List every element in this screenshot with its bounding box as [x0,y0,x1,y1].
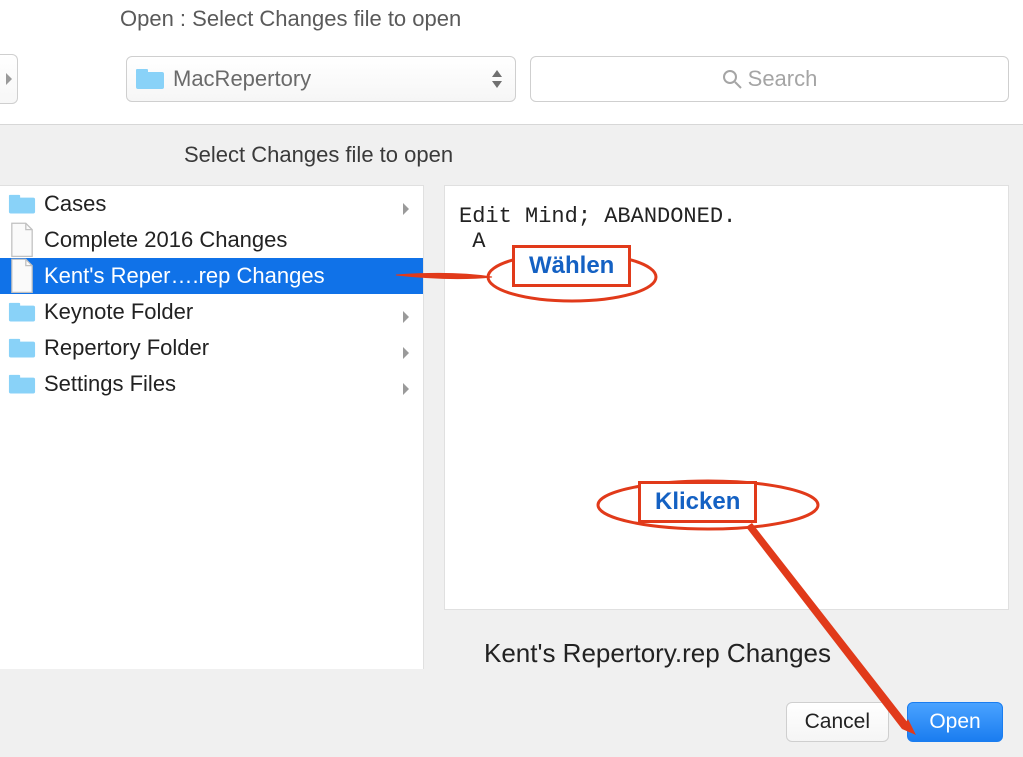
up-down-chevron-icon [489,67,505,91]
chevron-right-icon [4,72,14,86]
list-item[interactable]: Kent's Reper….rep Changes [0,258,423,294]
list-item[interactable]: Complete 2016 Changes [0,222,423,258]
nav-forward-button[interactable] [0,54,18,104]
folder-icon [8,300,36,324]
folder-icon [8,372,36,396]
dialog-title: Open : Select Changes file to open [0,0,1023,46]
cancel-button[interactable]: Cancel [786,702,889,742]
dialog-content: Wählen Klicken Cases Complete 2016 Chang… [0,185,1023,687]
folder-icon [135,67,165,91]
file-list[interactable]: Cases Complete 2016 Changes Kent's Reper… [0,185,424,669]
list-item-label: Kent's Reper….rep Changes [44,263,393,289]
list-item-label: Cases [44,191,393,217]
annotation-click: Klicken [638,481,757,523]
open-file-dialog: Open : Select Changes file to open MacRe… [0,0,1023,757]
list-item-label: Complete 2016 Changes [44,227,393,253]
chevron-right-icon [401,340,413,356]
search-icon [722,69,742,89]
list-item-label: Settings Files [44,371,393,397]
file-icon [8,228,36,252]
folder-icon [8,192,36,216]
folder-dropdown[interactable]: MacRepertory [126,56,516,102]
preview-filename: Kent's Repertory.rep Changes [444,610,1009,669]
chevron-right-icon [401,376,413,392]
folder-dropdown-label: MacRepertory [173,66,481,92]
spacer [401,232,413,248]
folder-icon [8,336,36,360]
dialog-toolbar: MacRepertory Search [0,46,1023,125]
chevron-right-icon [401,196,413,212]
search-placeholder: Search [748,66,818,92]
annotation-choose: Wählen [512,245,631,287]
list-item[interactable]: Keynote Folder [0,294,423,330]
list-item[interactable]: Cases [0,186,423,222]
search-input[interactable]: Search [530,56,1009,102]
spacer [401,268,413,284]
list-item-label: Repertory Folder [44,335,393,361]
list-item[interactable]: Repertory Folder [0,330,423,366]
file-icon [8,264,36,288]
dialog-button-bar: Cancel Open [0,687,1023,757]
open-button[interactable]: Open [907,702,1003,742]
chevron-right-icon [401,304,413,320]
list-item-label: Keynote Folder [44,299,393,325]
list-item[interactable]: Settings Files [0,366,423,402]
dialog-subtitle: Select Changes file to open [0,125,1023,185]
